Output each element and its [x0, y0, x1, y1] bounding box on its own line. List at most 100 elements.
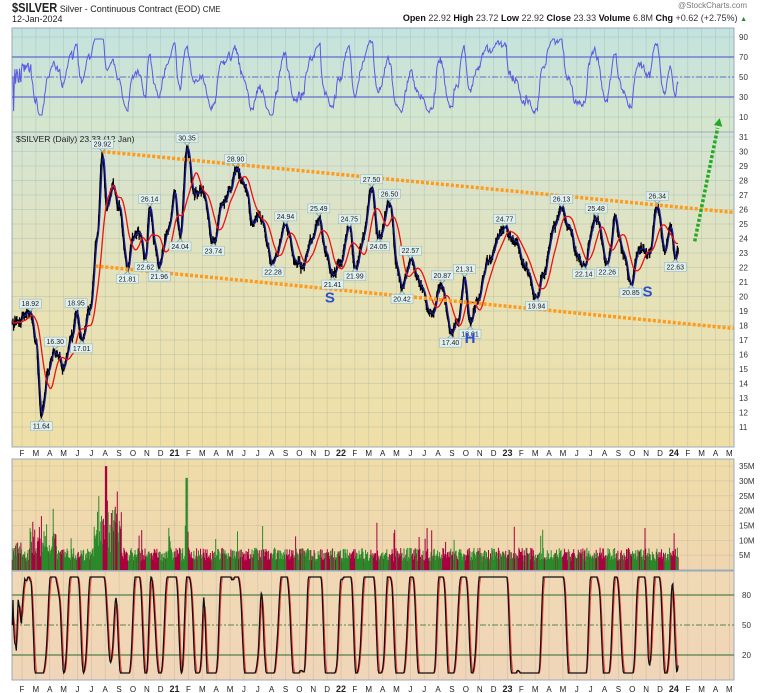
x-axis-month-label: M: [560, 685, 567, 693]
x-axis-month-label: O: [130, 685, 136, 693]
x-axis-month-label: J: [75, 685, 79, 693]
annotation-label: 26.13: [553, 197, 571, 204]
x-axis-month-label: S: [116, 685, 121, 693]
price-tick-label: 31: [739, 133, 748, 142]
x-axis-month-label: F: [352, 685, 357, 693]
x-axis-month-label: J: [408, 685, 412, 693]
x-axis-month-label: M: [393, 449, 400, 458]
pattern-label-s: S: [643, 284, 653, 301]
x-axis-month-label: S: [449, 449, 454, 458]
x-axis-month-label: O: [296, 449, 302, 458]
volume-tick-label: 35M: [739, 462, 755, 471]
annotation-label: 18.95: [67, 301, 85, 308]
x-axis-month-label: J: [75, 449, 79, 458]
x-axis-month-label: M: [560, 449, 567, 458]
price-tick-label: 29: [739, 162, 748, 171]
x-axis-month-label: S: [616, 685, 621, 693]
x-axis-month-label: D: [657, 685, 663, 693]
x-axis-year-label: 21: [170, 684, 180, 693]
x-axis-month-label: A: [713, 449, 719, 458]
annotation-label: 29.92: [94, 142, 112, 149]
annotation-label: 24.04: [171, 244, 189, 251]
price-tick-label: 11: [739, 423, 748, 432]
price-tick-label: 21: [739, 278, 748, 287]
annotation-label: 25.48: [587, 206, 605, 213]
x-axis-month-label: A: [214, 685, 220, 693]
x-axis-month-label: M: [365, 449, 372, 458]
annotation-label: 23.74: [205, 248, 223, 255]
x-axis-month-label: F: [352, 449, 357, 458]
price-tick-label: 13: [739, 394, 748, 403]
x-axis-month-label: S: [449, 685, 454, 693]
x-axis-month-label: J: [256, 449, 260, 458]
volume-tick-label: 5M: [739, 551, 750, 560]
x-axis-year-label: 21: [170, 448, 180, 458]
rsi-tick-label: 70: [739, 53, 748, 62]
x-axis-month-label: J: [89, 685, 93, 693]
price-tick-label: 30: [739, 148, 748, 157]
x-axis-month-label: D: [158, 449, 164, 458]
x-axis-month-label: F: [685, 685, 690, 693]
x-axis-month-label: N: [310, 449, 316, 458]
x-axis-month-label: M: [33, 449, 40, 458]
x-axis-month-label: F: [186, 685, 191, 693]
pattern-label-s: S: [325, 289, 335, 306]
x-axis-month-label: M: [532, 685, 539, 693]
x-axis-month-label: D: [158, 685, 164, 693]
x-axis-month-label: M: [60, 449, 67, 458]
x-axis-month-label: D: [491, 449, 497, 458]
x-axis-month-label: F: [20, 685, 25, 693]
stochastic-tick-label: 20: [742, 651, 751, 660]
x-axis-month-label: O: [296, 685, 302, 693]
x-axis-month-label: O: [463, 449, 469, 458]
annotation-label: 22.14: [575, 271, 593, 278]
price-tick-label: 27: [739, 191, 748, 200]
price-tick-label: 16: [739, 351, 748, 360]
rsi-tick-label: 90: [739, 33, 748, 42]
x-axis-month-label: N: [144, 449, 150, 458]
x-axis-month-label: S: [283, 685, 288, 693]
x-axis-month-label: J: [589, 685, 593, 693]
x-axis-month-label: N: [310, 685, 316, 693]
annotation-label: 22.26: [599, 270, 617, 277]
annotation-label: 27.50: [363, 177, 381, 184]
x-axis-year-label: 24: [669, 448, 679, 458]
price-tick-label: 25: [739, 220, 748, 229]
x-axis-month-label: J: [589, 449, 593, 458]
x-axis-month-label: J: [89, 449, 93, 458]
x-axis-month-label: J: [242, 685, 246, 693]
volume-tick-label: 20M: [739, 507, 755, 516]
annotation-label: 24.05: [370, 244, 388, 251]
x-axis-month-label: J: [575, 685, 579, 693]
price-tick-label: 24: [739, 235, 748, 244]
x-axis-month-label: A: [602, 685, 608, 693]
x-axis-month-label: J: [422, 685, 426, 693]
x-axis-month-label: D: [324, 449, 330, 458]
x-axis-month-label: F: [186, 449, 191, 458]
x-axis-month-label: N: [643, 685, 649, 693]
x-axis-month-label: S: [116, 449, 121, 458]
annotation-label: 11.64: [33, 424, 50, 431]
annotation-label: 21.41: [324, 282, 342, 289]
x-axis-month-label: N: [477, 449, 483, 458]
x-axis-month-label: F: [519, 449, 524, 458]
x-axis-month-label: A: [47, 685, 53, 693]
stochastic-tick-label: 80: [742, 591, 751, 600]
x-axis-month-label: O: [130, 449, 136, 458]
annotation-label: 21.81: [119, 276, 137, 283]
x-axis-month-label: A: [269, 449, 275, 458]
price-tick-label: 17: [739, 336, 748, 345]
volume-tick-label: 15M: [739, 521, 755, 530]
x-axis-month-label: A: [47, 449, 53, 458]
volume-tick-label: 25M: [739, 492, 755, 501]
annotation-label: 26.34: [648, 194, 666, 201]
annotation-label: 24.75: [341, 217, 359, 224]
annotation-label: 24.77: [496, 216, 514, 223]
price-tick-label: 28: [739, 177, 748, 186]
x-axis-month-label: S: [283, 449, 288, 458]
rsi-tick-label: 50: [739, 73, 748, 82]
x-axis-year-label: 22: [336, 684, 346, 693]
x-axis-month-label: A: [214, 449, 220, 458]
x-axis-month-label: M: [199, 685, 206, 693]
price-tick-label: 22: [739, 264, 748, 273]
